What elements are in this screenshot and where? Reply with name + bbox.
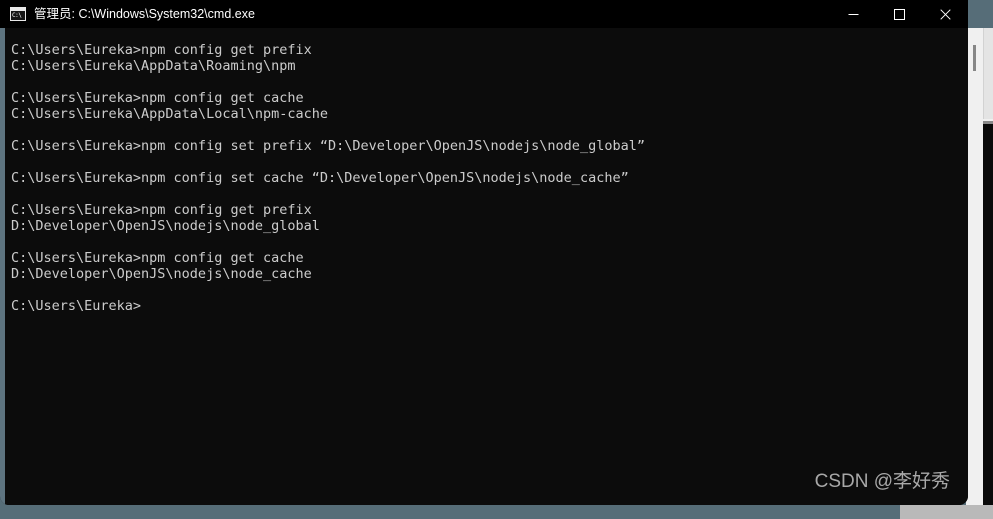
terminal-output[interactable]: C:\Users\Eureka>npm config get prefix C:… xyxy=(5,28,968,505)
cmd-icon: C:\ xyxy=(10,7,26,21)
window-title: 管理员: C:\Windows\System32\cmd.exe xyxy=(34,7,255,21)
cmd-icon-label: C:\ xyxy=(12,12,22,19)
page-root: C:\ 管理员: C:\Windows\System32\cmd.exe C:\… xyxy=(0,0,993,519)
terminal-line: C:\Users\Eureka>npm config get cache xyxy=(11,90,304,106)
minimize-button[interactable] xyxy=(830,0,876,28)
page-bottom-strip xyxy=(0,505,993,519)
terminal-line: C:\Users\Eureka>npm config get cache xyxy=(11,250,304,266)
page-scrollbar-thumb[interactable] xyxy=(973,45,976,71)
terminal-line: C:\Users\Eureka>npm config get prefix xyxy=(11,202,312,218)
terminal-line: C:\Users\Eureka\AppData\Roaming\npm xyxy=(11,58,296,74)
csdn-watermark: CSDN @李好秀 xyxy=(814,471,950,492)
terminal-line: C:\Users\Eureka>npm config set prefix “D… xyxy=(11,138,645,154)
titlebar-left-group: C:\ 管理员: C:\Windows\System32\cmd.exe xyxy=(0,0,830,28)
terminal-line: C:\Users\Eureka>npm config set cache “D:… xyxy=(11,170,629,186)
page-scrollbar-track[interactable] xyxy=(966,28,984,119)
terminal-line: C:\Users\Eureka>npm config get prefix xyxy=(11,42,312,58)
page-right-background-top xyxy=(983,28,993,119)
window-titlebar[interactable]: C:\ 管理员: C:\Windows\System32\cmd.exe xyxy=(0,0,968,28)
terminal-line-prompt: C:\Users\Eureka> xyxy=(11,298,142,314)
cmd-window: C:\ 管理员: C:\Windows\System32\cmd.exe C:\… xyxy=(0,0,968,505)
maximize-button[interactable] xyxy=(876,0,922,28)
close-button[interactable] xyxy=(922,0,968,28)
page-bottom-strip-light xyxy=(900,505,993,519)
terminal-line: D:\Developer\OpenJS\nodejs\node_cache xyxy=(11,266,312,282)
window-controls xyxy=(830,0,968,28)
terminal-line: C:\Users\Eureka\AppData\Local\npm-cache xyxy=(11,106,328,122)
page-right-background-lower xyxy=(983,124,993,505)
terminal-line: D:\Developer\OpenJS\nodejs\node_global xyxy=(11,218,320,234)
